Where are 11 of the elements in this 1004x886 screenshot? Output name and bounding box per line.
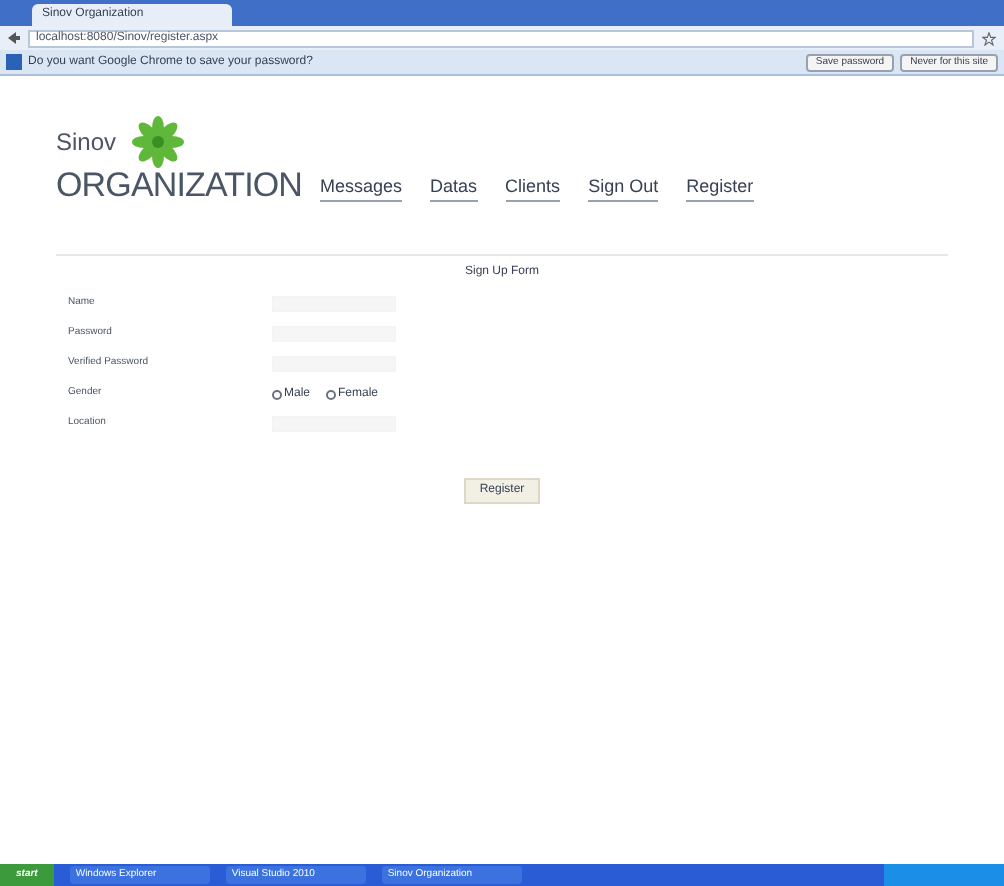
system-tray — [884, 864, 1004, 886]
star-icon[interactable] — [982, 31, 996, 45]
back-arrow-icon[interactable] — [8, 32, 20, 44]
nav-link[interactable]: Datas — [430, 173, 478, 202]
nav-link[interactable]: Sign Out — [588, 173, 659, 202]
logo-text: Sinov — [56, 126, 117, 160]
nav-link[interactable]: Messages — [320, 173, 403, 202]
flower-logo-icon — [132, 116, 185, 168]
nav-link[interactable]: Register — [686, 173, 754, 202]
nav-link[interactable]: Clients — [505, 173, 561, 202]
logo-text: ORGANIZATION — [56, 168, 296, 202]
